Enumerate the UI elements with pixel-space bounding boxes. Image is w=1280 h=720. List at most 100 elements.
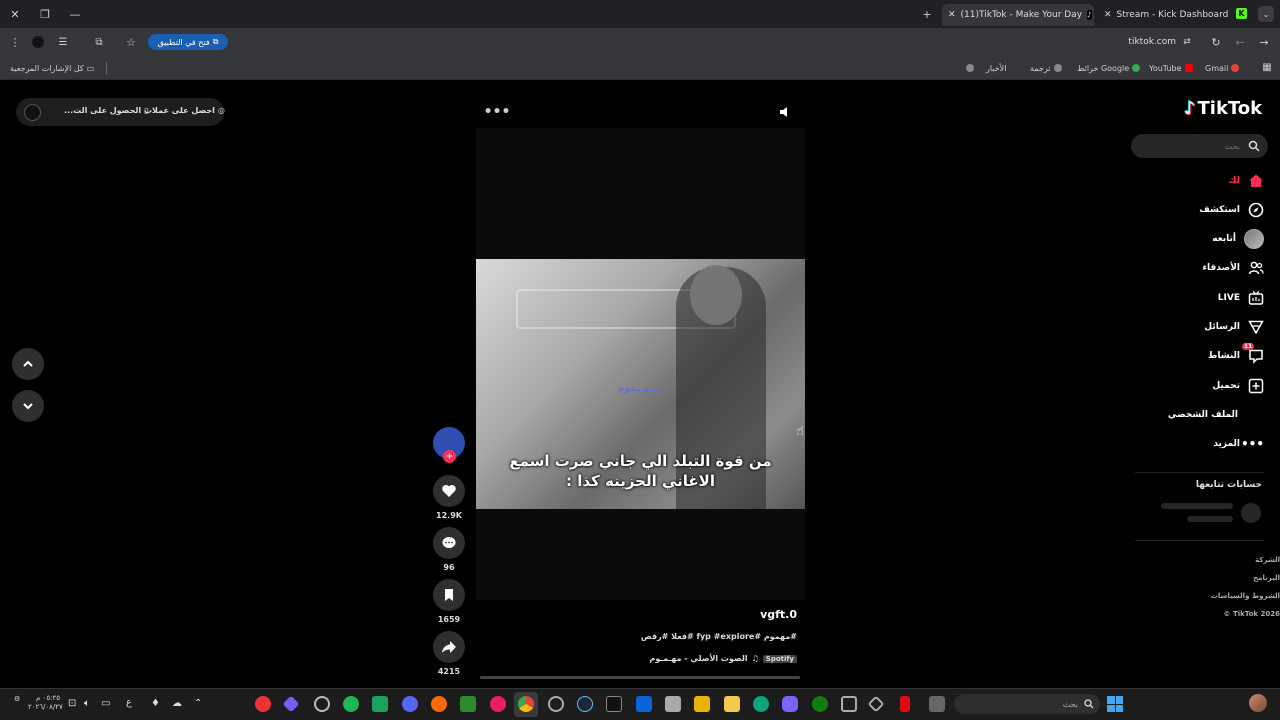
get-coins-button[interactable]: ◎ احصل على عملات [144, 106, 225, 115]
volume-icon[interactable] [776, 104, 794, 120]
taskbar-app-youtube-icon[interactable] [255, 696, 271, 712]
taskbar-app-discord-icon[interactable] [402, 696, 418, 712]
video-music[interactable]: Spotify ♫ الصوت الأصلي - مهـمـوم [560, 654, 797, 663]
video-progress-bar[interactable] [480, 676, 800, 679]
bookmark-translate[interactable]: ترجمة [1030, 61, 1062, 75]
search-icon[interactable] [1248, 140, 1260, 152]
tab-kick[interactable]: ✕ Stream - Kick Dashboard [1098, 4, 1250, 26]
save-button[interactable] [433, 579, 465, 611]
like-button[interactable] [433, 475, 465, 507]
reload-icon[interactable]: ↻ [1208, 34, 1224, 50]
new-tab-icon[interactable]: + [918, 6, 936, 22]
taskbar-app-netflix-icon[interactable] [900, 696, 910, 712]
clock[interactable]: ٠٥:٢٥ م ٢٠٢٦/٠٨/٢٧ [28, 694, 63, 712]
get-app-label: الحصول على الت... [64, 106, 142, 115]
nav-friends[interactable]: الأصدقاء [1202, 257, 1264, 279]
taskbar-task-view-icon[interactable] [929, 696, 945, 712]
tiktok-logo[interactable]: ♪ TikTok [1184, 98, 1262, 119]
nav-activity[interactable]: 11 النشاط [1208, 343, 1264, 367]
profile-avatar[interactable] [32, 36, 44, 48]
taskbar-app-xbox-icon[interactable] [460, 696, 476, 712]
taskbar-widget-icon[interactable] [1249, 694, 1267, 712]
taskbar-app-spotify-icon[interactable] [343, 696, 359, 712]
volume-icon[interactable]: 🔈︎ [84, 698, 90, 709]
site-settings-icon[interactable]: ⇄ [1180, 34, 1194, 50]
nav-following[interactable]: أتابعه [1212, 228, 1264, 250]
network-icon[interactable]: ⊡ [68, 698, 76, 709]
close-tab-icon[interactable]: ✕ [1104, 10, 1112, 20]
taskbar-app-store-icon[interactable] [665, 696, 681, 712]
nav-live[interactable]: LIVE [1218, 287, 1264, 309]
microphone-icon[interactable]: ♦ [151, 698, 160, 709]
extensions-icon[interactable]: ⧉ [92, 34, 106, 50]
bookmark-maps[interactable]: خرائط Google [1077, 61, 1141, 75]
next-video-button[interactable] [12, 390, 44, 422]
tab-search-icon[interactable]: ⌄ [1258, 6, 1274, 22]
reading-list-icon[interactable]: ☰ [56, 34, 70, 50]
taskbar-app-edge-icon[interactable] [753, 696, 769, 712]
share-button[interactable] [433, 631, 465, 663]
minimize-window-icon[interactable]: — [66, 6, 84, 22]
nav-more[interactable]: ••• المزيد [1213, 433, 1264, 455]
tab-tiktok[interactable]: ✕ (11)TikTok - Make Your Day ♪ [942, 4, 1094, 26]
taskbar-app-terminal-icon[interactable] [606, 696, 622, 712]
comment-button[interactable] [433, 527, 465, 559]
menu-icon[interactable]: ⋮ [8, 34, 22, 50]
taskbar-app-chrome-icon[interactable] [518, 696, 534, 712]
open-in-app-button[interactable]: ⧉ فتح في التطبيق [148, 34, 228, 50]
taskbar-app-outlook-icon[interactable] [636, 696, 652, 712]
following-avatar-icon [1244, 229, 1264, 249]
back-icon[interactable]: → [1256, 34, 1272, 50]
follow-plus-icon[interactable]: + [443, 450, 456, 463]
taskbar-app-explorer-icon[interactable] [724, 696, 740, 712]
taskbar-app-box-icon[interactable] [841, 696, 857, 712]
more-icon: ••• [1240, 437, 1264, 451]
bookmark-youtube[interactable]: YouTube [1149, 61, 1193, 75]
footer-link-company[interactable]: الشركة [1200, 551, 1280, 569]
apps-grid-icon[interactable]: ▦ [1260, 60, 1274, 74]
tab-title: Stream - Kick Dashboard [1116, 10, 1229, 20]
caption-line: الاغاني الحزينه كذا : [566, 472, 715, 490]
footer-link-program[interactable]: البرنامج [1200, 569, 1280, 587]
nav-explore[interactable]: استكشف [1199, 199, 1264, 221]
taskbar-app-circle-icon[interactable] [314, 696, 330, 712]
nav-for-you[interactable]: لك [1228, 170, 1264, 192]
video-hashtags[interactable]: #مهموم #fyp #explore #فعلا #رقص [560, 632, 797, 641]
forward-icon[interactable]: ← [1232, 34, 1248, 50]
get-app-button[interactable]: ▯ الحصول على الت... [64, 106, 148, 115]
taskbar-app-firefox-icon[interactable] [431, 696, 447, 712]
show-hidden-icons-icon[interactable]: ⌃ [194, 698, 202, 709]
more-options-icon[interactable]: ••• [484, 104, 511, 120]
nav-profile[interactable]: الملف الشخصي [1168, 404, 1238, 426]
nav-upload[interactable]: تحميل [1212, 375, 1264, 397]
taskbar-app-steam-icon[interactable] [577, 696, 593, 712]
footer-link-terms[interactable]: الشروط والسياسات [1200, 587, 1280, 605]
search-input[interactable] [1148, 141, 1240, 151]
address-bar[interactable]: tiktok.com [1116, 34, 1176, 50]
taskbar-app-xbox-game-icon[interactable] [812, 696, 828, 712]
taskbar-search[interactable]: بحث [954, 694, 1100, 714]
close-tab-icon[interactable]: ✕ [948, 10, 956, 20]
windows-start-icon[interactable] [1107, 696, 1123, 712]
bookmark-gmail[interactable]: Gmail [1205, 61, 1240, 75]
taskbar-app-r-icon[interactable] [694, 696, 710, 712]
close-window-icon[interactable]: ✕ [6, 6, 24, 22]
taskbar-app-green-icon[interactable] [372, 696, 388, 712]
input-language[interactable]: ع [126, 697, 132, 708]
nav-messages[interactable]: الرسائل [1204, 316, 1264, 338]
all-bookmarks[interactable]: كل الإشارات المرجعية ▭ [10, 61, 94, 75]
settings-tray-icon[interactable]: ⚙ [14, 695, 20, 704]
taskbar-app-pen-icon[interactable] [548, 696, 564, 712]
user-avatar[interactable] [24, 104, 41, 121]
nav-label: أتابعه [1212, 234, 1236, 244]
bookmark-star-icon[interactable]: ☆ [124, 34, 138, 50]
bookmark-news[interactable]: الأخبار [986, 61, 1006, 75]
taskbar-app-copilot-icon[interactable] [782, 696, 798, 712]
previous-video-button[interactable] [12, 348, 44, 380]
restore-window-icon[interactable]: ❐ [36, 6, 54, 22]
battery-icon[interactable]: ▭ [101, 698, 110, 709]
search-box[interactable] [1131, 134, 1268, 158]
video-username[interactable]: vgft.0 [600, 608, 797, 621]
taskbar-app-media-icon[interactable] [490, 696, 506, 712]
cloud-icon[interactable]: ☁ [172, 698, 182, 709]
